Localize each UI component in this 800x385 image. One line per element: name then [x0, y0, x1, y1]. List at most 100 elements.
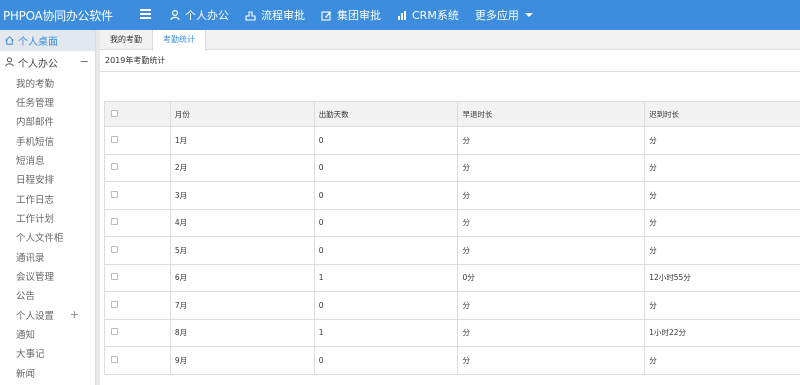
- sidebar-item-schedule[interactable]: 日程安排: [0, 170, 95, 189]
- nav-crm[interactable]: CRM系统: [397, 7, 459, 23]
- row-checkbox[interactable]: [111, 328, 118, 336]
- sidebar-item-address-book[interactable]: 通讯录: [0, 247, 95, 266]
- sidebar-item-home[interactable]: 个人桌面: [0, 30, 95, 51]
- expand-icon[interactable]: +: [70, 308, 79, 321]
- sidebar-item-label: 我的考勤: [16, 78, 55, 90]
- table-row: 7月 0 分 分: [104, 291, 800, 320]
- cell-month: 9月: [169, 346, 315, 375]
- sidebar-item-label: 个人设置: [16, 310, 55, 322]
- top-navbar: PHPOA协同办公软件 个人办公 流程审批 集团审批 CRM系统 更多应用: [0, 0, 800, 30]
- cell-attendance-days: 0: [313, 181, 459, 210]
- row-checkbox-cell: [104, 126, 171, 155]
- nav-group-approval-label: 集团审批: [337, 9, 381, 22]
- nav-process-approval-label: 流程审批: [261, 9, 305, 22]
- row-checkbox-cell: [104, 291, 171, 320]
- sidebar-group-label: 个人办公: [18, 58, 58, 70]
- cell-attendance-days: 0: [313, 236, 459, 265]
- row-checkbox[interactable]: [111, 190, 118, 198]
- row-checkbox[interactable]: [111, 163, 118, 171]
- sidebar-item-notice[interactable]: 通知: [0, 324, 95, 343]
- row-checkbox[interactable]: [111, 135, 118, 143]
- select-all-checkbox-cell: [104, 101, 171, 127]
- nav-more-apps[interactable]: 更多应用: [475, 7, 533, 23]
- row-checkbox-cell: [104, 236, 171, 265]
- row-checkbox-cell: [104, 208, 171, 237]
- sidebar-group-personal-office[interactable]: 个人办公 −: [0, 51, 95, 73]
- bar-chart-icon: [398, 11, 406, 20]
- table-row: 9月 0 分 分: [104, 346, 800, 375]
- sidebar-item-label: 会议管理: [16, 272, 55, 284]
- cell-early-leave: 分: [457, 236, 646, 265]
- nav-personal-office-label: 个人办公: [185, 9, 229, 22]
- table-row: 2月 0 分 分: [104, 153, 800, 182]
- select-all-checkbox[interactable]: [111, 109, 118, 117]
- cell-early-leave: 分: [457, 291, 646, 320]
- cell-late: 分: [644, 181, 800, 210]
- sidebar-item-label: 日程安排: [16, 175, 55, 187]
- cell-late: 分: [644, 346, 800, 375]
- cell-early-leave: 分: [457, 208, 646, 237]
- cell-late: 分: [644, 291, 800, 320]
- table-header-row: 月份 出勤天数 早退时长 迟到时长: [104, 101, 800, 127]
- sidebar-item-label: 手机短信: [16, 136, 55, 148]
- table-row: 5月 0 分 分: [104, 236, 800, 265]
- collapse-icon[interactable]: −: [80, 55, 89, 68]
- sidebar-item-label: 工作日志: [16, 194, 55, 206]
- row-checkbox[interactable]: [111, 273, 118, 281]
- column-header-attendance-days: 出勤天数: [313, 101, 459, 127]
- column-header-early-leave: 早退时长: [457, 101, 646, 127]
- cell-attendance-days: 0: [313, 153, 459, 182]
- sidebar-item-task-management[interactable]: 任务管理: [0, 92, 95, 111]
- sidebar-item-work-log[interactable]: 工作日志: [0, 189, 95, 208]
- cell-month: 4月: [169, 208, 315, 237]
- row-checkbox-cell: [104, 181, 171, 210]
- main-content: 我的考勤 考勤统计 2019年考勤统计 月份 出勤天数 早退时长 迟到时长 1月…: [100, 30, 800, 385]
- nav-crm-label: CRM系统: [412, 9, 459, 22]
- sidebar-item-my-attendance[interactable]: 我的考勤: [0, 73, 95, 92]
- row-checkbox[interactable]: [111, 245, 118, 253]
- menu-toggle-icon[interactable]: [140, 9, 151, 20]
- cell-month: 2月: [169, 153, 315, 182]
- cell-attendance-days: 0: [313, 126, 459, 155]
- table-row: 8月 1 分 1小时22分: [104, 318, 800, 347]
- sidebar-item-sms[interactable]: 手机短信: [0, 131, 95, 150]
- sidebar-item-label: 公告: [16, 291, 36, 303]
- column-header-month: 月份: [169, 101, 315, 127]
- nav-more-apps-label: 更多应用: [474, 9, 519, 22]
- nav-process-approval[interactable]: 流程审批: [245, 7, 305, 23]
- sidebar-item-file-cabinet[interactable]: 个人文件柜: [0, 228, 95, 247]
- row-checkbox-cell: [104, 318, 171, 347]
- sidebar-item-news[interactable]: 新闻: [0, 363, 95, 382]
- section-title: 2019年考勤统计: [100, 50, 800, 72]
- cell-month: 8月: [169, 318, 315, 347]
- sidebar-item-work-plan[interactable]: 工作计划: [0, 208, 95, 227]
- sidebar-item-short-message[interactable]: 短消息: [0, 150, 95, 169]
- cell-late: 分: [644, 208, 800, 237]
- sidebar-item-memorabilia[interactable]: 大事记: [0, 344, 95, 363]
- tab-attendance-stats[interactable]: 考勤统计: [152, 30, 206, 51]
- nav-personal-office[interactable]: 个人办公: [170, 7, 229, 23]
- sidebar-item-label: 任务管理: [16, 98, 55, 110]
- sidebar-item-label: 新闻: [16, 368, 36, 380]
- row-checkbox[interactable]: [111, 355, 118, 363]
- sidebar-item-meeting[interactable]: 会议管理: [0, 266, 95, 285]
- sidebar-item-personal-settings[interactable]: 个人设置 +: [0, 305, 95, 324]
- cell-late: 12小时55分: [644, 263, 800, 292]
- table-row: 6月 1 0分 12小时55分: [104, 263, 800, 292]
- cell-late: 分: [644, 236, 800, 265]
- cell-early-leave: 分: [457, 346, 646, 375]
- attendance-table: 月份 出勤天数 早退时长 迟到时长 1月 0 分 分 2月 0 分 分 3月 0…: [104, 101, 800, 375]
- nav-group-approval[interactable]: 集团审批: [321, 7, 381, 23]
- row-checkbox-cell: [104, 153, 171, 182]
- tab-my-attendance[interactable]: 我的考勤: [100, 30, 152, 50]
- sidebar-item-internal-mail[interactable]: 内部邮件: [0, 112, 95, 131]
- row-checkbox[interactable]: [111, 300, 118, 308]
- user-icon: [170, 9, 180, 20]
- cell-month: 3月: [169, 181, 315, 210]
- app-title: PHPOA协同办公软件: [3, 8, 113, 23]
- row-checkbox[interactable]: [111, 218, 118, 226]
- cell-early-leave: 0分: [457, 263, 646, 292]
- sidebar-item-announcement[interactable]: 公告: [0, 286, 95, 305]
- tab-bar: 我的考勤 考勤统计: [100, 30, 800, 51]
- caret-down-icon: [524, 13, 533, 17]
